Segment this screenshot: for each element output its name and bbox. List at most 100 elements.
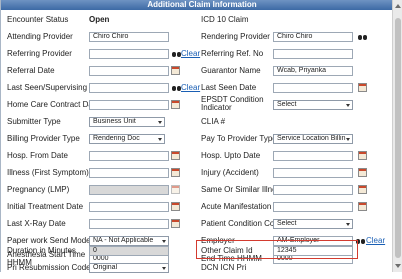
last-seen-date-input[interactable]	[273, 83, 353, 93]
patient-condition-code-select[interactable]: Select	[273, 219, 353, 229]
paper-work-send-mode-selected: NA - Not Applicable	[93, 237, 154, 244]
epsdt-condition-indicator-select[interactable]: Select	[273, 100, 353, 110]
clear-link[interactable]: Clear	[181, 49, 200, 58]
row-encounter-status: Encounter Status Open ICD 10 Claim	[1, 14, 393, 31]
calendar-icon[interactable]	[358, 202, 367, 211]
home-care-contract-date-input[interactable]	[89, 100, 169, 110]
guarantor-name-input[interactable]: Wcab, Priyanka	[273, 66, 353, 76]
binoculars-search-icon[interactable]	[358, 32, 368, 41]
billing-provider-type-select[interactable]: Rendering Doc	[89, 134, 165, 144]
scrollbar-thumb[interactable]	[395, 18, 401, 258]
calendar-icon[interactable]	[358, 83, 367, 92]
acute-manifestation-date-input[interactable]	[273, 202, 353, 212]
duration-in-minutes-label: Duration in Minutes	[7, 246, 76, 255]
clear-link[interactable]: Clear	[181, 83, 200, 92]
chevron-down-icon	[158, 138, 162, 141]
billing-provider-type-selected: Rendering Doc	[93, 135, 140, 142]
attending-provider-label: Attending Provider	[7, 32, 73, 41]
same-or-similar-illness-input[interactable]	[273, 185, 353, 195]
pri-resubmission-code-selected: Original	[93, 264, 118, 271]
calendar-icon[interactable]	[358, 168, 367, 177]
calendar-icon[interactable]	[171, 168, 180, 177]
referral-date-label: Referral Date	[7, 66, 55, 75]
row-illness: Illness (First Symptom) Injury (Accident…	[1, 167, 393, 184]
pay-to-provider-type-selected: Service Location Billin	[277, 135, 346, 142]
encounter-status-label: Encounter Status	[7, 15, 69, 24]
chevron-down-icon	[346, 223, 350, 226]
row-hosp: Hosp. From Date Hosp. Upto Date	[1, 150, 393, 167]
epsdt-selected-value: Select	[277, 101, 297, 108]
home-care-contract-date-label: Home Care Contract Date	[7, 100, 100, 109]
rendering-provider-input[interactable]: Chiro Chiro	[273, 32, 353, 42]
hosp-upto-date-input[interactable]	[273, 151, 353, 161]
guarantor-name-label: Guarantor Name	[201, 66, 261, 75]
row-initial-treatment: Initial Treatment Date Acute Manifestati…	[1, 201, 393, 218]
row-referring: Referring Provider Clear Referring Ref. …	[1, 48, 393, 65]
calendar-icon[interactable]	[171, 100, 180, 109]
referring-ref-no-input[interactable]	[273, 49, 353, 59]
injury-accident-input[interactable]	[273, 168, 353, 178]
clear-link[interactable]: Clear	[366, 236, 385, 245]
last-seen-date-label: Last Seen Date	[201, 83, 257, 92]
calendar-icon[interactable]	[171, 66, 180, 75]
row-xray: Last X-Ray Date Patient Condition Code S…	[1, 218, 393, 235]
chevron-down-icon	[346, 104, 350, 107]
hosp-upto-date-label: Hosp. Upto Date	[201, 151, 261, 160]
pay-to-provider-type-label: Pay To Provider Type	[201, 134, 277, 143]
row-providers: Attending Provider Chiro Chiro Rendering…	[1, 31, 393, 48]
scroll-down-arrow-icon[interactable]	[395, 264, 401, 268]
pregnancy-lmp-label: Pregnancy (LMP)	[7, 185, 70, 194]
other-claim-id-highlight	[196, 240, 358, 259]
row-resubmission: Pri Resubmission Code Original DCN ICN P…	[1, 262, 393, 279]
chevron-down-icon	[346, 138, 350, 141]
duration-in-minutes-input[interactable]: 0	[89, 246, 169, 256]
rendering-provider-label: Rendering Provider	[201, 32, 270, 41]
submitter-type-label: Submitter Type	[7, 117, 61, 126]
hosp-from-date-input[interactable]	[89, 151, 169, 161]
calendar-icon[interactable]	[171, 202, 180, 211]
row-referral: Referral Date Guarantor Name Wcab, Priya…	[1, 65, 393, 82]
epsdt-condition-indicator-label: EPSDT Condition Indicator	[201, 95, 264, 112]
referring-provider-input[interactable]	[89, 49, 169, 59]
calendar-icon[interactable]	[171, 219, 180, 228]
row-home-care: Home Care Contract Date EPSDT Condition …	[1, 95, 393, 116]
panel-title: Additional Claim Information	[1, 0, 402, 10]
chevron-down-icon	[162, 240, 166, 243]
clia-label: CLIA #	[201, 117, 226, 126]
injury-accident-label: Injury (Accident)	[201, 168, 259, 177]
chevron-down-icon	[162, 267, 166, 270]
icd10-claim-label: ICD 10 Claim	[201, 15, 249, 24]
pay-to-provider-type-select[interactable]: Service Location Billin	[273, 134, 353, 144]
encounter-status-value: Open	[89, 15, 110, 24]
referral-date-input[interactable]	[89, 66, 169, 76]
patient-condition-code-label: Patient Condition Code	[201, 219, 284, 228]
initial-treatment-date-label: Initial Treatment Date	[7, 202, 84, 211]
last-xray-date-input[interactable]	[89, 219, 169, 229]
last-seen-supervising-doc-input[interactable]	[89, 83, 169, 93]
referring-provider-label: Referring Provider	[7, 49, 72, 58]
attending-provider-input[interactable]: Chiro Chiro	[89, 32, 169, 42]
illness-first-symptom-input[interactable]	[89, 168, 169, 178]
chevron-down-icon	[158, 121, 162, 124]
vertical-scrollbar[interactable]	[392, 0, 402, 272]
claim-info-panel: Additional Claim Information Encounter S…	[0, 0, 402, 273]
pregnancy-lmp-input[interactable]	[89, 185, 169, 195]
row-last-seen: Last Seen/Supervising Doc Clear Last See…	[1, 82, 393, 99]
calendar-icon[interactable]	[358, 185, 367, 194]
submitter-type-selected: Business Unit	[93, 118, 136, 125]
patient-condition-code-selected: Select	[277, 220, 297, 227]
submitter-type-select[interactable]: Business Unit	[89, 117, 165, 127]
initial-treatment-date-input[interactable]	[89, 202, 169, 212]
billing-provider-type-label: Billing Provider Type	[7, 134, 80, 143]
row-submitter: Submitter Type Business Unit CLIA #	[1, 116, 393, 133]
row-provider-types: Billing Provider Type Rendering Doc Pay …	[1, 133, 393, 150]
scroll-up-arrow-icon[interactable]	[395, 4, 401, 8]
calendar-icon[interactable]	[358, 151, 367, 160]
hosp-from-date-label: Hosp. From Date	[7, 151, 68, 160]
referring-ref-no-label: Referring Ref. No	[201, 49, 264, 58]
last-xray-date-label: Last X-Ray Date	[7, 219, 66, 228]
calendar-icon[interactable]	[171, 151, 180, 160]
illness-first-symptom-label: Illness (First Symptom)	[7, 168, 89, 177]
row-pregnancy: Pregnancy (LMP) Same Or Similar Illness	[1, 184, 393, 201]
calendar-icon[interactable]	[171, 185, 180, 194]
